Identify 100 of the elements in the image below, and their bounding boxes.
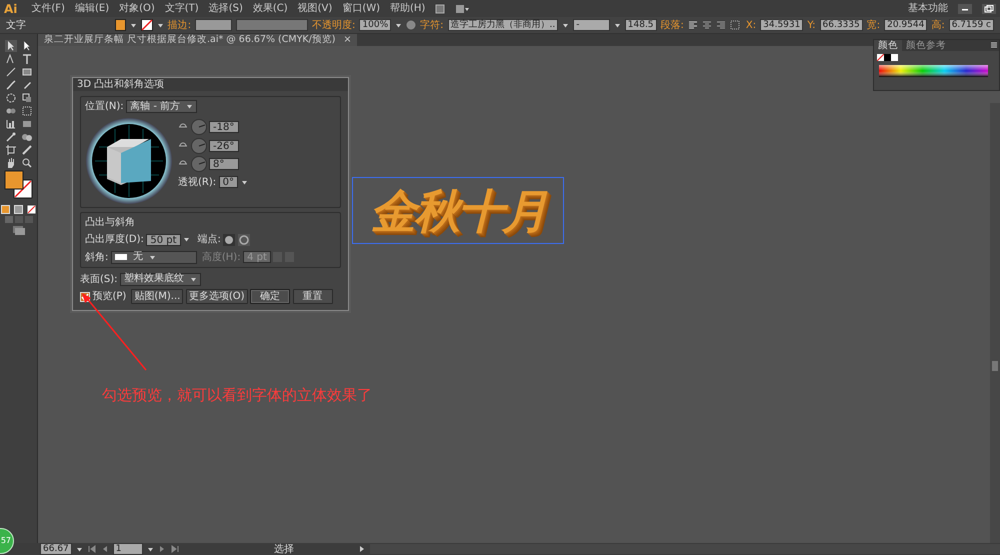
artboard-tool-icon[interactable] <box>4 144 16 156</box>
vertical-scrollbar[interactable] <box>990 103 1000 543</box>
fill-stroke-swatches[interactable] <box>4 170 34 200</box>
opacity-field[interactable]: 100% <box>359 19 392 31</box>
pen-tool-icon[interactable] <box>4 53 16 65</box>
caret-icon[interactable] <box>148 254 156 260</box>
stroke-weight-field[interactable] <box>195 19 232 31</box>
menu-item[interactable]: 编辑(E) <box>74 1 110 16</box>
depth-field[interactable]: 50 pt <box>146 234 181 246</box>
font-family-field[interactable]: 造字工房力黑（非商用）.. <box>448 19 558 31</box>
page-field[interactable]: 1 <box>112 543 143 555</box>
opacity-label[interactable]: 不透明度: <box>312 18 356 32</box>
arrange-icon[interactable] <box>455 4 470 14</box>
screen-mode-icon[interactable] <box>12 225 26 235</box>
paragraph-label[interactable]: 段落: <box>660 18 684 32</box>
rotation-field[interactable]: 8° <box>209 158 239 170</box>
menu-item[interactable]: 对象(O) <box>119 1 155 16</box>
shape-builder-tool-icon[interactable] <box>20 131 32 143</box>
coordinate-field[interactable]: 20.9544 <box>884 19 928 31</box>
fill-swatch[interactable] <box>114 19 126 31</box>
first-page-icon[interactable] <box>86 545 97 553</box>
caret-icon[interactable] <box>190 276 198 282</box>
menu-item[interactable]: 效果(C) <box>252 1 288 16</box>
brush-tool-icon[interactable] <box>4 79 16 91</box>
zoom-tool-icon[interactable] <box>20 157 32 169</box>
preview-label[interactable]: 预览(P) <box>92 289 126 304</box>
stroke-label[interactable]: 描边: <box>168 18 192 32</box>
panel-tab[interactable]: 颜色参考 <box>902 40 950 51</box>
rotate-tool-icon[interactable] <box>4 92 16 104</box>
menu-item[interactable]: 帮助(H) <box>390 1 426 16</box>
panel-tab[interactable]: 颜色 <box>874 40 902 51</box>
caret-icon[interactable] <box>76 546 83 552</box>
document-tab[interactable]: 泉二开业展厅条幅 尺寸根据展台修改.ai* @ 66.67% (CMYK/预览) <box>44 32 336 48</box>
none-swatch[interactable] <box>876 54 884 60</box>
align-center-icon[interactable] <box>702 20 712 30</box>
font-style-field[interactable]: - <box>573 19 610 31</box>
type-tool-icon[interactable] <box>20 53 32 65</box>
menu-item[interactable]: 文件(F) <box>31 1 65 16</box>
surface-select[interactable]: 塑料效果底纹 <box>120 272 202 286</box>
prev-page-icon[interactable] <box>100 545 109 553</box>
perspective-field[interactable]: 0° <box>218 176 238 188</box>
caret-icon[interactable] <box>146 546 154 552</box>
scroll-thumb[interactable] <box>992 361 998 371</box>
dialog-button[interactable]: 贴图(M)... <box>131 289 184 304</box>
cap-off-button[interactable] <box>238 234 250 246</box>
slice-tool-icon[interactable] <box>20 144 32 156</box>
panel-menu-icon[interactable] <box>989 40 999 50</box>
selection-tool-icon[interactable] <box>4 40 16 52</box>
direct-selection-tool-icon[interactable] <box>20 40 32 52</box>
caret-icon[interactable] <box>186 103 194 110</box>
close-tab-button[interactable]: × <box>344 32 352 48</box>
graph-tool-icon[interactable] <box>4 118 16 130</box>
color-spectrum[interactable] <box>879 64 988 76</box>
menu-item[interactable]: 文字(T) <box>164 1 199 16</box>
caret-icon[interactable] <box>130 22 137 28</box>
caret-icon[interactable] <box>395 22 402 28</box>
bridge-icon[interactable] <box>435 4 446 14</box>
rotation-field[interactable]: -18° <box>209 121 239 133</box>
coordinate-field[interactable]: 66.3335 <box>820 19 863 31</box>
align-left-icon[interactable] <box>688 20 698 30</box>
menu-item[interactable]: 视图(V) <box>298 1 332 16</box>
dialog-button[interactable]: 更多选项(O) <box>186 289 248 304</box>
restore-icon[interactable] <box>982 4 996 14</box>
minimize-icon[interactable] <box>958 4 972 14</box>
menu-item[interactable]: 选择(S) <box>208 1 243 16</box>
character-label[interactable]: 字符: <box>420 18 444 32</box>
caret-icon[interactable] <box>562 22 570 28</box>
section-title: 凸出与斜角 <box>85 216 136 230</box>
stroke-profile-field[interactable] <box>236 19 308 31</box>
eyedropper-tool-icon[interactable] <box>4 131 16 143</box>
menu-item[interactable]: 窗口(W) <box>342 1 380 16</box>
last-page-icon[interactable] <box>170 545 180 553</box>
none-mode-icon[interactable] <box>27 205 36 214</box>
caret-icon[interactable] <box>183 236 190 243</box>
recolor-icon[interactable] <box>406 20 416 30</box>
status-menu-icon[interactable] <box>358 545 366 553</box>
next-page-icon[interactable] <box>158 545 166 553</box>
cap-on-button[interactable] <box>223 234 236 246</box>
mesh-tool-icon[interactable] <box>20 105 32 117</box>
coordinate-field[interactable]: 34.5931 <box>760 19 804 31</box>
caret-icon[interactable] <box>156 22 164 28</box>
stroke-none-swatch[interactable] <box>140 19 153 31</box>
scale-tool-icon[interactable] <box>20 92 32 104</box>
align-right-icon[interactable] <box>716 20 726 30</box>
color-mode-icon[interactable] <box>1 205 10 214</box>
zoom-field[interactable]: 66.67 <box>40 543 72 555</box>
rotation-field[interactable]: -26° <box>209 140 239 152</box>
gradient-tool-icon[interactable] <box>20 118 32 130</box>
caret-icon[interactable] <box>240 178 248 186</box>
position-select[interactable]: 离轴 - 前方 <box>126 100 198 113</box>
rectangle-tool-icon[interactable] <box>20 66 32 78</box>
line-tool-icon[interactable] <box>4 66 16 78</box>
bevel-select[interactable]: 无 <box>110 250 197 264</box>
font-size-field[interactable]: 148.5 <box>624 19 657 31</box>
dialog-button[interactable]: 确定 <box>250 289 290 304</box>
coordinate-field[interactable]: 6.7159 c <box>948 19 994 31</box>
dialog-button[interactable]: 重置 <box>292 289 332 304</box>
workspace-switcher[interactable]: 基本功能 <box>908 1 948 16</box>
caret-icon[interactable] <box>614 22 621 28</box>
transform-grid-icon[interactable] <box>730 20 742 30</box>
